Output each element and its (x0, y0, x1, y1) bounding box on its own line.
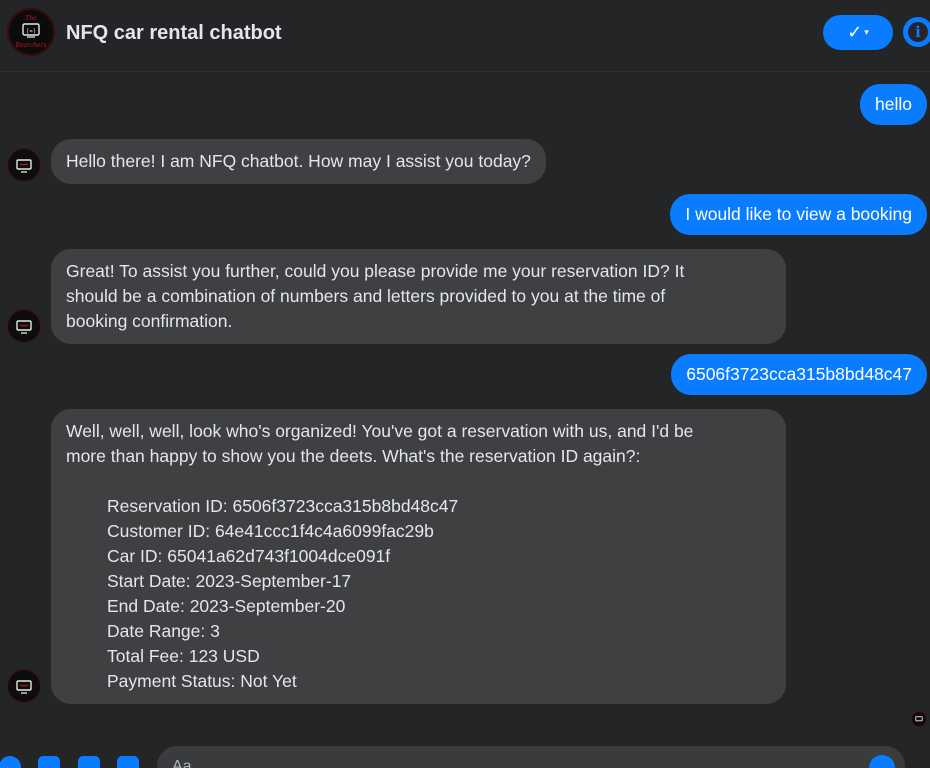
chevron-down-icon: ▾ (864, 27, 869, 37)
total-fee: Total Fee: 123 USD (107, 646, 260, 666)
message-line: Great! To assist you further, could you … (66, 261, 685, 281)
bot-avatar[interactable] (7, 309, 41, 343)
start-date: Start Date: 2023-September-17 (107, 571, 352, 591)
svg-text:The: The (25, 15, 37, 22)
message-input[interactable] (172, 756, 772, 768)
incoming-message[interactable]: Great! To assist you further, could you … (51, 249, 786, 344)
message-line: booking confirmation. (66, 311, 233, 331)
plus-icon[interactable] (0, 756, 21, 768)
reservation-id: Reservation ID: 6506f3723cca315b8bd48c47 (107, 496, 459, 516)
chat-title: NFQ car rental chatbot (66, 22, 282, 44)
message-composer (0, 740, 930, 768)
checkmark-icon: ✓ (847, 22, 863, 42)
message-line: more than happy to show you the deets. W… (66, 446, 641, 466)
customer-id: Customer ID: 64e41ccc1f4c4a6099fac29b (107, 521, 434, 541)
chatbot-logo-icon (16, 320, 32, 334)
outgoing-message[interactable]: I would like to view a booking (670, 194, 927, 235)
svg-text:Bearchers: Bearchers (14, 42, 46, 49)
seen-indicator-avatar (911, 711, 927, 727)
chatbot-avatar[interactable]: The [=] Bearchers (7, 8, 55, 56)
sticker-icon[interactable] (78, 756, 100, 768)
incoming-message[interactable]: Hello there! I am NFQ chatbot. How may I… (51, 139, 546, 184)
end-date: End Date: 2023-September-20 (107, 596, 346, 616)
date-range: Date Range: 3 (107, 621, 220, 641)
reservation-details: Reservation ID: 6506f3723cca315b8bd48c47… (66, 494, 771, 694)
emoji-icon[interactable] (869, 755, 895, 768)
bot-avatar[interactable] (7, 669, 41, 703)
payment-status: Payment Status: Not Yet (107, 671, 297, 691)
incoming-message[interactable]: Well, well, well, look who's organized! … (51, 409, 786, 704)
chatbot-logo-icon (915, 716, 923, 722)
outgoing-message[interactable]: 6506f3723cca315b8bd48c47 (671, 354, 927, 395)
message-input-box[interactable] (157, 746, 905, 768)
chatbot-logo-icon: The [=] Bearchers (10, 11, 52, 53)
verify-button[interactable]: ✓ ▾ (823, 15, 893, 50)
info-button[interactable]: i (903, 17, 930, 47)
gif-icon[interactable] (117, 756, 139, 768)
photo-icon[interactable] (38, 756, 60, 768)
chat-header: The [=] Bearchers NFQ car rental chatbot… (0, 0, 930, 72)
bot-avatar[interactable] (7, 148, 41, 182)
info-icon: i (908, 22, 928, 42)
car-id: Car ID: 65041a62d743f1004dce091f (107, 546, 391, 566)
chatbot-logo-icon (16, 159, 32, 173)
chatbot-logo-icon (16, 680, 32, 694)
message-line: should be a combination of numbers and l… (66, 286, 666, 306)
svg-text:[=]: [=] (26, 29, 36, 35)
message-line: Well, well, well, look who's organized! … (66, 421, 694, 441)
outgoing-message[interactable]: hello (860, 84, 927, 125)
